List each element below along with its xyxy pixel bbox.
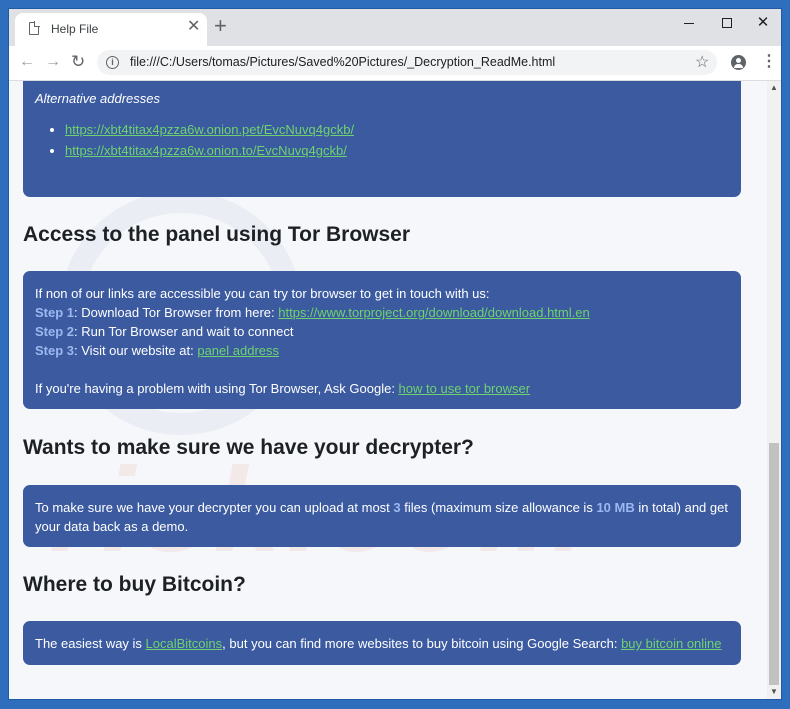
address-bar[interactable]: i file:///C:/Users/tomas/Pictures/Saved%… bbox=[97, 50, 717, 75]
step-3-line: Step 3: Visit our website at: panel addr… bbox=[35, 341, 729, 360]
bitcoin-text-2: , but you can find more websites to buy … bbox=[222, 636, 622, 651]
minimize-icon bbox=[684, 23, 694, 24]
step-2-text: : Run Tor Browser and wait to connect bbox=[74, 324, 294, 339]
decrypter-text-2: files (maximum size allowance is bbox=[400, 500, 597, 515]
browser-toolbar: ← → ↻ i file:///C:/Users/tomas/Pictures/… bbox=[9, 46, 781, 81]
files-count: 3 bbox=[393, 500, 401, 515]
bitcoin-panel: The easiest way is LocalBitcoins, but yo… bbox=[23, 621, 741, 665]
tab-close-icon[interactable]: ✕ bbox=[187, 18, 200, 36]
list-item: https://xbt4titax4pzza6w.onion.to/EvcNuv… bbox=[65, 143, 354, 158]
step-2-label: Step 2 bbox=[35, 324, 75, 339]
vertical-scrollbar[interactable]: ▲ ▼ bbox=[767, 81, 781, 699]
list-item: https://xbt4titax4pzza6w.onion.pet/EvcNu… bbox=[65, 122, 354, 137]
step-2-line: Step 2: Run Tor Browser and wait to conn… bbox=[35, 322, 729, 341]
scroll-up-arrow-icon[interactable]: ▲ bbox=[770, 83, 778, 92]
url-text[interactable]: file:///C:/Users/tomas/Pictures/Saved%20… bbox=[130, 55, 555, 69]
close-window-button[interactable]: ✕ bbox=[748, 13, 778, 33]
torproject-link[interactable]: https://www.torproject.org/download/down… bbox=[278, 305, 589, 320]
scroll-down-arrow-icon[interactable]: ▼ bbox=[770, 687, 778, 696]
how-to-use-tor-link[interactable]: how to use tor browser bbox=[399, 381, 531, 396]
buy-bitcoin-online-link[interactable]: buy bitcoin online bbox=[621, 636, 721, 651]
page-content: risk.com Alternative addresses https://x… bbox=[9, 81, 767, 699]
step-3-label: Step 3 bbox=[35, 343, 75, 358]
size-allowance: 10 MB bbox=[596, 500, 635, 515]
tor-problem-text: If you're having a problem with using To… bbox=[35, 381, 399, 396]
info-icon[interactable]: i bbox=[106, 56, 119, 69]
panel-address-link[interactable]: panel address bbox=[197, 343, 279, 358]
decrypter-text-1: To make sure we have your decrypter you … bbox=[35, 500, 394, 515]
step-1-text: : Download Tor Browser from here: bbox=[74, 305, 279, 320]
addresses-panel: Alternative addresses https://xbt4titax4… bbox=[23, 81, 741, 197]
decrypter-panel: To make sure we have your decrypter you … bbox=[23, 485, 741, 547]
localbitcoins-link[interactable]: LocalBitcoins bbox=[146, 636, 223, 651]
maximize-icon bbox=[722, 18, 732, 28]
onion-to-link[interactable]: https://xbt4titax4pzza6w.onion.to/EvcNuv… bbox=[65, 143, 347, 158]
decrypter-heading: Wants to make sure we have your decrypte… bbox=[23, 436, 474, 459]
browser-window: Help File ✕ + ✕ ← → ↻ i file:///C:/Users… bbox=[9, 9, 781, 699]
tab-help-file[interactable]: Help File ✕ bbox=[15, 13, 207, 46]
tor-panel: If non of our links are accessible you c… bbox=[23, 271, 741, 409]
step-1-label: Step 1 bbox=[35, 305, 75, 320]
tor-heading: Access to the panel using Tor Browser bbox=[23, 223, 411, 246]
step-1-line: Step 1: Download Tor Browser from here: … bbox=[35, 303, 729, 322]
menu-icon[interactable]: ⋮ bbox=[761, 53, 777, 71]
new-tab-button[interactable]: + bbox=[214, 15, 227, 37]
forward-arrow-icon[interactable]: → bbox=[45, 52, 61, 72]
onion-pet-link[interactable]: https://xbt4titax4pzza6w.onion.pet/EvcNu… bbox=[65, 122, 354, 137]
tab-title: Help File bbox=[51, 22, 99, 36]
alternative-addresses-list: https://xbt4titax4pzza6w.onion.pet/EvcNu… bbox=[49, 122, 354, 164]
bookmark-star-icon[interactable]: ☆ bbox=[695, 52, 709, 72]
scrollbar-thumb[interactable] bbox=[769, 443, 779, 685]
bitcoin-text-1: The easiest way is bbox=[35, 636, 146, 651]
step-3-text: : Visit our website at: bbox=[74, 343, 198, 358]
alternative-addresses-heading: Alternative addresses bbox=[35, 91, 161, 106]
tab-strip: Help File ✕ + ✕ bbox=[9, 9, 781, 46]
back-arrow-icon[interactable]: ← bbox=[19, 52, 35, 72]
bitcoin-heading: Where to buy Bitcoin? bbox=[23, 573, 246, 596]
maximize-button[interactable] bbox=[712, 13, 742, 33]
profile-avatar-icon[interactable] bbox=[731, 55, 746, 70]
document-icon bbox=[29, 21, 40, 35]
minimize-button[interactable] bbox=[676, 13, 706, 33]
reload-icon[interactable]: ↻ bbox=[71, 52, 85, 72]
tor-problem-line: If you're having a problem with using To… bbox=[35, 379, 729, 398]
tor-intro: If non of our links are accessible you c… bbox=[35, 286, 490, 301]
